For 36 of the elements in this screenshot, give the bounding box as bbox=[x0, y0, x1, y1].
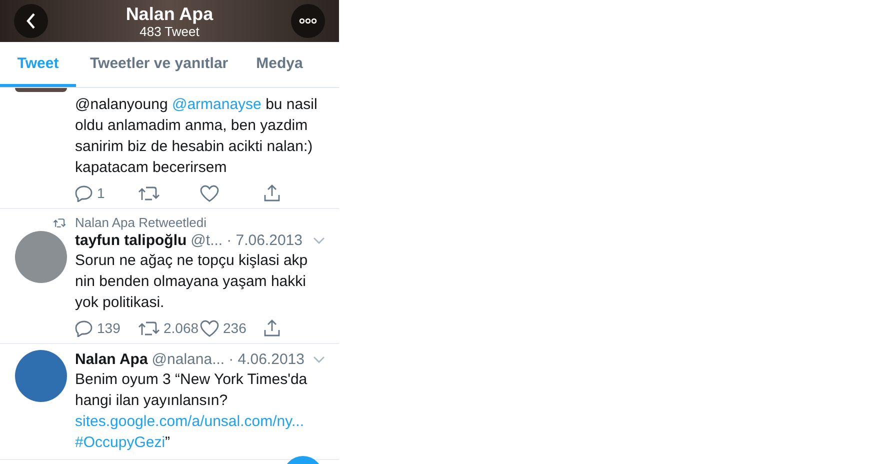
author-handle: @t... bbox=[190, 231, 223, 250]
heart-icon[interactable] bbox=[200, 184, 219, 202]
like-count: 236 bbox=[223, 320, 246, 336]
mention-link[interactable]: #OccupyGezi bbox=[75, 434, 166, 451]
mention-link[interactable]: @armanayse bbox=[172, 96, 262, 113]
reply-icon[interactable] bbox=[75, 320, 93, 336]
tweet-text: @nalanyoung @armanayse bu nasil oldu anlamadim anma, ben yazdim sanirim biz de hesabin acikti nalan:) kapatacam becerirsem bbox=[75, 95, 318, 178]
author-name[interactable]: Nalan Apa bbox=[75, 350, 148, 369]
share-icon[interactable] bbox=[262, 184, 280, 202]
back-icon bbox=[26, 13, 36, 29]
profile-name: Nalan Apa bbox=[126, 4, 214, 24]
avatar-photo-placeholder[interactable] bbox=[15, 88, 67, 92]
url-link[interactable]: sites.google.com/a/unsal.com/ny... bbox=[75, 413, 304, 430]
avatar-photo-placeholder[interactable] bbox=[15, 350, 67, 402]
reply-count: 139 bbox=[97, 320, 120, 336]
more-button[interactable] bbox=[290, 4, 325, 38]
profile-tab[interactable]: Tweetler ve yanıtlar bbox=[76, 42, 242, 87]
reply-count: 1 bbox=[97, 185, 105, 201]
tweet-text: Benim oyum 3 “New York Times'da hangi ilan yayınlansın? sites.google.com/a/unsal.com/ny... #OccupyGezi” bbox=[75, 370, 308, 453]
retweeted-by-label: Nalan Apa Retweetledi bbox=[75, 215, 207, 231]
profile-tab[interactable]: Medya bbox=[242, 42, 317, 87]
tweet-text: Sorun ne ağaç ne topçu kişlasi akp nin benden olmayana yaşam hakki yok politikasi. bbox=[75, 251, 309, 313]
retweet-icon[interactable] bbox=[138, 186, 160, 200]
tweet-count: 483 Tweet bbox=[140, 24, 200, 38]
more-icon bbox=[298, 18, 317, 24]
retweet-count: 2.068 bbox=[164, 320, 199, 336]
back-button[interactable] bbox=[14, 4, 48, 38]
author-handle: @nalana... bbox=[152, 350, 225, 369]
retweet-icon bbox=[53, 218, 66, 228]
reply-icon[interactable] bbox=[75, 184, 93, 202]
tweet-date: · 7.06.2013 bbox=[226, 231, 302, 250]
author-name[interactable]: tayfun talipoğlu bbox=[75, 231, 187, 250]
retweet-icon[interactable] bbox=[138, 320, 160, 336]
share-icon[interactable] bbox=[262, 319, 280, 337]
tweet-date: · 4.06.2013 bbox=[228, 350, 304, 369]
heart-icon[interactable] bbox=[200, 320, 219, 336]
